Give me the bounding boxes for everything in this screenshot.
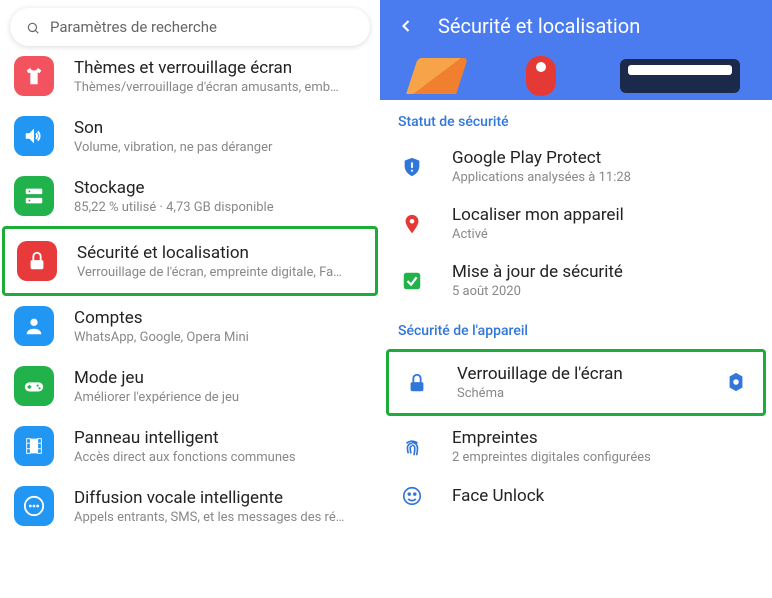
header-bar: Sécurité et localisation bbox=[380, 0, 772, 52]
item-subtitle: Schéma bbox=[457, 386, 699, 401]
hero-card-decoration bbox=[620, 59, 740, 93]
security-item-shield-alert[interactable]: Google Play Protect Applications analysé… bbox=[380, 138, 772, 195]
security-item-check[interactable]: Mise à jour de sécurité 5 août 2020 bbox=[380, 252, 772, 309]
item-subtitle: Appels entrants, SMS, et les messages de… bbox=[74, 510, 366, 525]
back-button[interactable] bbox=[396, 16, 416, 36]
settings-item-lock[interactable]: Sécurité et localisation Verrouillage de… bbox=[2, 226, 378, 296]
item-text: Sécurité et localisation Verrouillage de… bbox=[77, 241, 363, 280]
item-title: Google Play Protect bbox=[452, 148, 754, 168]
shield-alert-icon bbox=[398, 156, 426, 178]
item-title: Son bbox=[74, 118, 366, 138]
item-subtitle: 85,22 % utilisé · 4,73 GB disponible bbox=[74, 200, 366, 215]
settings-item-film[interactable]: Panneau intelligent Accès direct aux fon… bbox=[0, 416, 380, 476]
item-text: Diffusion vocale intelligente Appels ent… bbox=[74, 486, 366, 525]
item-subtitle: Accès direct aux fonctions communes bbox=[74, 450, 366, 465]
storage-icon bbox=[14, 176, 54, 216]
item-text: Mise à jour de sécurité 5 août 2020 bbox=[452, 262, 754, 299]
settings-list-panel: Paramètres de recherche Thèmes et verrou… bbox=[0, 0, 380, 598]
map-pin-icon bbox=[398, 213, 426, 235]
gear-icon[interactable] bbox=[725, 371, 749, 395]
item-title: Empreintes bbox=[452, 428, 754, 448]
film-icon bbox=[14, 426, 54, 466]
item-text: Comptes WhatsApp, Google, Opera Mini bbox=[74, 306, 366, 345]
item-text: Mode jeu Améliorer l'expérience de jeu bbox=[74, 366, 366, 405]
item-text: Empreintes 2 empreintes digitales config… bbox=[452, 428, 754, 465]
item-text: Panneau intelligent Accès direct aux fon… bbox=[74, 426, 366, 465]
settings-item-game[interactable]: Mode jeu Améliorer l'expérience de jeu bbox=[0, 356, 380, 416]
search-icon bbox=[26, 20, 40, 34]
item-subtitle: 5 août 2020 bbox=[452, 284, 754, 299]
item-title: Mode jeu bbox=[74, 368, 366, 388]
search-placeholder: Paramètres de recherche bbox=[50, 18, 217, 36]
shirt-icon bbox=[14, 56, 54, 96]
item-title: Mise à jour de sécurité bbox=[452, 262, 754, 282]
face-icon bbox=[398, 485, 426, 507]
dots-icon bbox=[14, 486, 54, 526]
fingerprint-icon bbox=[398, 436, 426, 458]
lock-icon bbox=[403, 372, 431, 394]
item-title: Localiser mon appareil bbox=[452, 205, 754, 225]
item-title: Thèmes et verrouillage écran bbox=[74, 58, 366, 78]
item-subtitle: Applications analysées à 11:28 bbox=[452, 170, 754, 185]
section-status: Statut de sécurité bbox=[380, 100, 772, 138]
item-title: Stockage bbox=[74, 178, 366, 198]
check-icon bbox=[398, 270, 426, 292]
item-title: Face Unlock bbox=[452, 486, 754, 506]
security-item-fingerprint[interactable]: Empreintes 2 empreintes digitales config… bbox=[380, 418, 772, 475]
item-text: Son Volume, vibration, ne pas déranger bbox=[74, 116, 366, 155]
item-text: Stockage 85,22 % utilisé · 4,73 GB dispo… bbox=[74, 176, 366, 215]
hero-pin-icon bbox=[526, 56, 556, 96]
item-title: Verrouillage de l'écran bbox=[457, 364, 699, 384]
game-icon bbox=[14, 366, 54, 406]
item-text: Google Play Protect Applications analysé… bbox=[452, 148, 754, 185]
item-text: Verrouillage de l'écran Schéma bbox=[457, 364, 699, 401]
item-title: Diffusion vocale intelligente bbox=[74, 488, 366, 508]
item-title: Sécurité et localisation bbox=[77, 243, 363, 263]
item-subtitle: Volume, vibration, ne pas déranger bbox=[74, 140, 366, 155]
item-subtitle: Verrouillage de l'écran, empreinte digit… bbox=[77, 265, 363, 280]
security-item-face[interactable]: Face Unlock bbox=[380, 475, 772, 517]
settings-list: Thèmes et verrouillage écran Thèmes/verr… bbox=[0, 54, 380, 536]
security-panel: Sécurité et localisation Statut de sécur… bbox=[380, 0, 772, 598]
device-security-list: Verrouillage de l'écran Schéma Empreinte… bbox=[380, 349, 772, 517]
item-subtitle: WhatsApp, Google, Opera Mini bbox=[74, 330, 366, 345]
item-title: Comptes bbox=[74, 308, 366, 328]
person-icon bbox=[14, 306, 54, 346]
settings-item-shirt[interactable]: Thèmes et verrouillage écran Thèmes/verr… bbox=[0, 54, 380, 106]
item-text: Localiser mon appareil Activé bbox=[452, 205, 754, 242]
hero-decoration bbox=[406, 58, 468, 94]
speaker-icon bbox=[14, 116, 54, 156]
status-list: Google Play Protect Applications analysé… bbox=[380, 138, 772, 309]
item-subtitle: Activé bbox=[452, 227, 754, 242]
header-title: Sécurité et localisation bbox=[438, 14, 640, 38]
section-device: Sécurité de l'appareil bbox=[380, 309, 772, 347]
security-item-lock[interactable]: Verrouillage de l'écran Schéma bbox=[386, 349, 766, 416]
settings-item-person[interactable]: Comptes WhatsApp, Google, Opera Mini bbox=[0, 296, 380, 356]
item-text: Face Unlock bbox=[452, 486, 754, 506]
settings-item-storage[interactable]: Stockage 85,22 % utilisé · 4,73 GB dispo… bbox=[0, 166, 380, 226]
hero-banner bbox=[380, 52, 772, 100]
security-item-map-pin[interactable]: Localiser mon appareil Activé bbox=[380, 195, 772, 252]
lock-icon bbox=[17, 241, 57, 281]
search-bar[interactable]: Paramètres de recherche bbox=[10, 8, 370, 46]
settings-item-dots[interactable]: Diffusion vocale intelligente Appels ent… bbox=[0, 476, 380, 536]
item-title: Panneau intelligent bbox=[74, 428, 366, 448]
settings-item-speaker[interactable]: Son Volume, vibration, ne pas déranger bbox=[0, 106, 380, 166]
item-subtitle: Thèmes/verrouillage d'écran amusants, em… bbox=[74, 80, 366, 95]
item-text: Thèmes et verrouillage écran Thèmes/verr… bbox=[74, 56, 366, 95]
item-subtitle: Améliorer l'expérience de jeu bbox=[74, 390, 366, 405]
item-subtitle: 2 empreintes digitales configurées bbox=[452, 450, 754, 465]
